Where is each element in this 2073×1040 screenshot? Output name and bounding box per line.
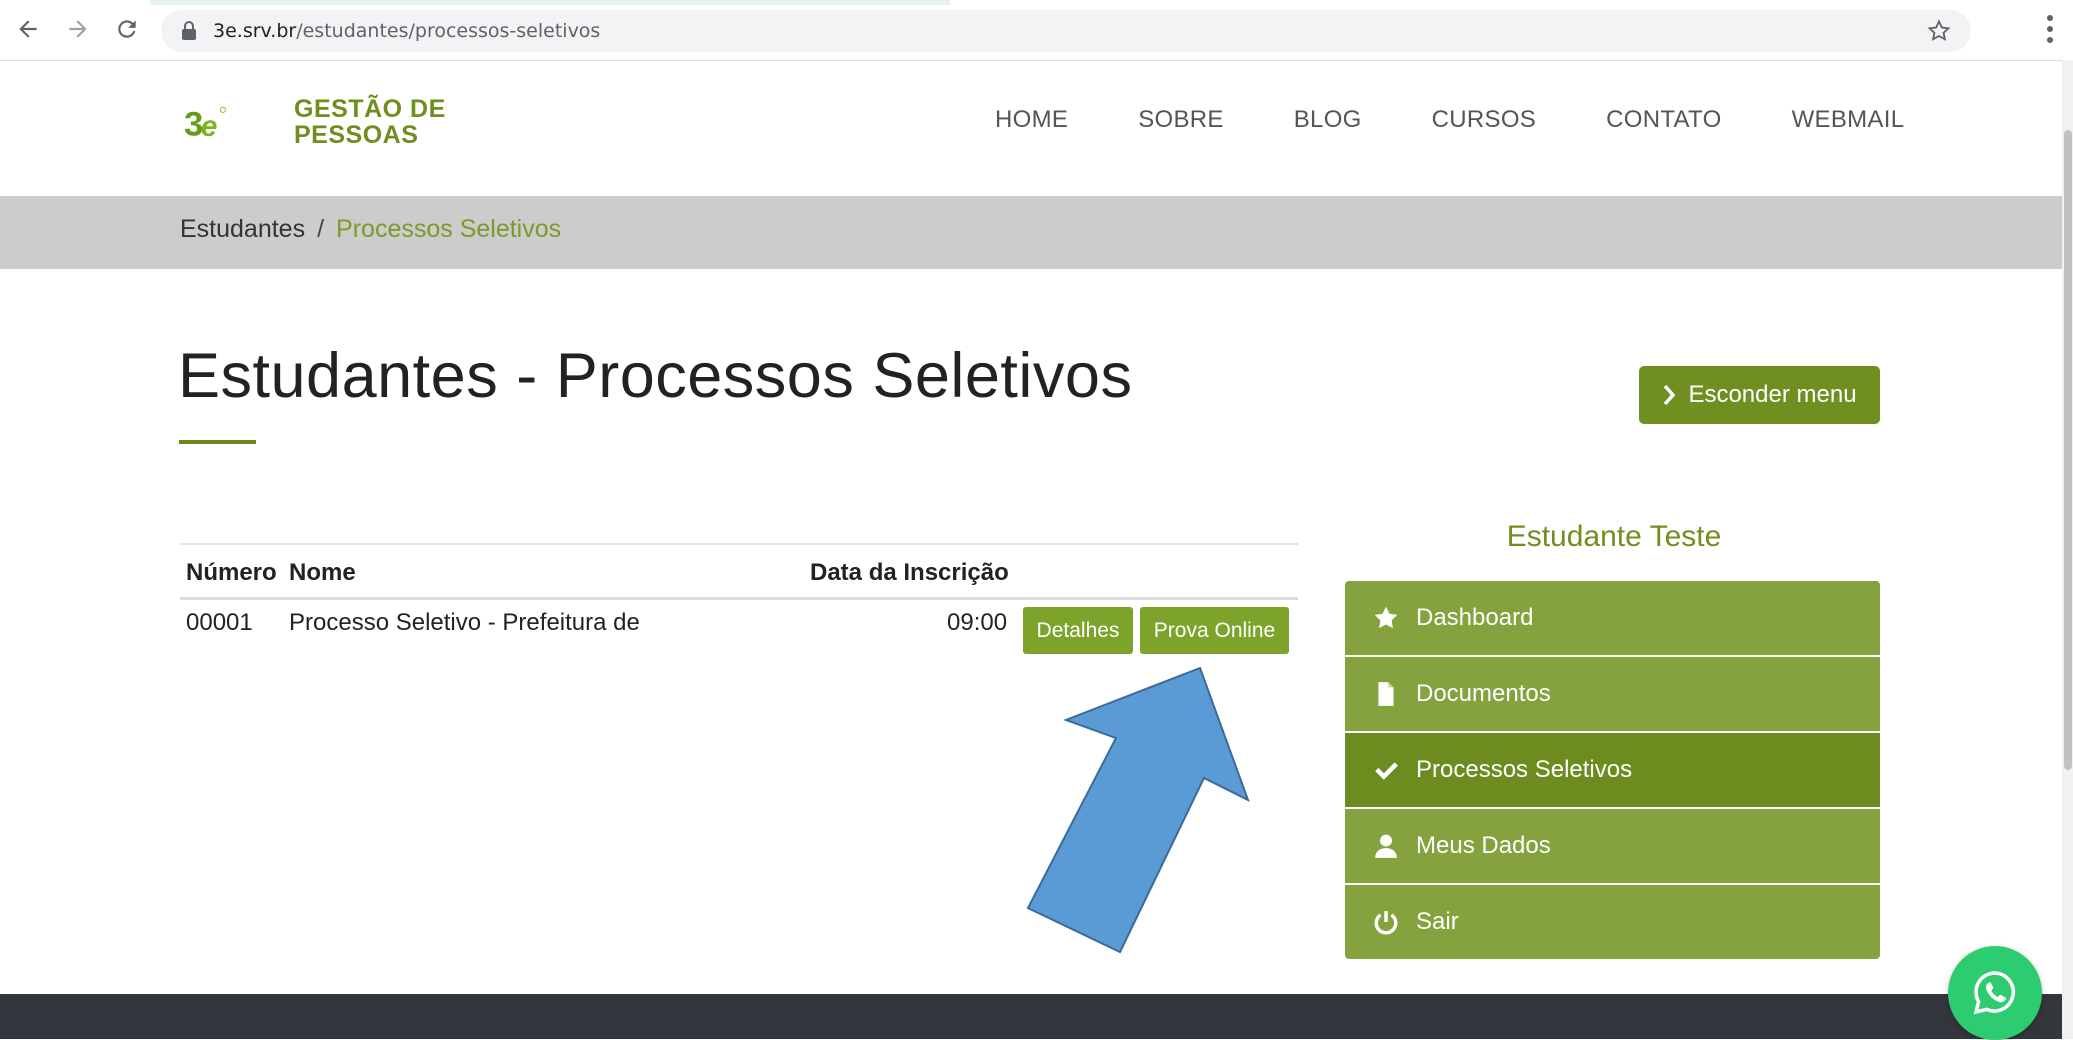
whatsapp-button[interactable] xyxy=(1948,946,2042,1040)
menu-label-processos-seletivos: Processos Seletivos xyxy=(1416,756,1633,783)
reload-icon xyxy=(118,20,136,38)
footer xyxy=(0,994,2062,1039)
nav-webmail[interactable]: WEBMAIL xyxy=(1792,106,1905,134)
document-icon xyxy=(1378,682,1394,706)
breadcrumb: Estudantes / Processos Seletivos xyxy=(180,215,561,244)
nav-blog[interactable]: BLOG xyxy=(1294,106,1362,134)
reload-button[interactable] xyxy=(111,13,143,45)
processes-table: Número Nome Data da Inscrição xyxy=(180,543,1298,600)
check-icon xyxy=(1375,762,1398,780)
browser-toolbar: 3e.srv.br/estudantes/processos-seletivos xyxy=(0,0,2073,61)
online-exam-button[interactable]: Prova Online xyxy=(1140,607,1289,654)
student-menu: Dashboard Documentos Processos Seletivos… xyxy=(1345,581,1880,959)
loading-bar xyxy=(150,0,950,5)
back-arrow-icon xyxy=(19,20,37,38)
menu-label-documentos: Documentos xyxy=(1416,680,1551,707)
forward-button[interactable] xyxy=(62,13,94,45)
nav-sobre[interactable]: SOBRE xyxy=(1138,106,1224,134)
logo-text[interactable]: GESTÃO DE PESSOAS xyxy=(294,96,446,148)
bookmark-star-icon[interactable] xyxy=(1927,19,1951,43)
breadcrumb-bar: Estudantes / Processos Seletivos xyxy=(0,196,2062,269)
url-text: 3e.srv.br/estudantes/processos-seletivos xyxy=(213,20,601,42)
row-name: Processo Seletivo - Prefeitura de xyxy=(289,609,640,636)
table-header: Número Nome Data da Inscrição xyxy=(180,545,1298,600)
user-icon xyxy=(1375,834,1397,858)
menu-label-dashboard: Dashboard xyxy=(1416,604,1534,631)
power-icon xyxy=(1374,911,1398,935)
menu-item-sair[interactable]: Sair xyxy=(1345,885,1880,959)
hide-menu-label: Esconder menu xyxy=(1688,381,1857,408)
forward-arrow-icon xyxy=(69,20,87,38)
page-title: Estudantes - Processos Seletivos xyxy=(178,341,1133,411)
menu-item-meus-dados[interactable]: Meus Dados xyxy=(1345,809,1880,885)
main-nav: HOME SOBRE BLOG CURSOS CONTATO WEBMAIL xyxy=(995,106,1904,134)
title-underline xyxy=(179,440,256,444)
back-button[interactable] xyxy=(12,13,44,45)
logo-mark[interactable]: 3 e xyxy=(184,82,294,164)
address-bar[interactable]: 3e.srv.br/estudantes/processos-seletivos xyxy=(161,10,1971,52)
annotation-arrow xyxy=(1026,666,1250,954)
row-date: 09:00 xyxy=(947,609,1008,636)
whatsapp-icon xyxy=(1973,971,2016,1015)
browser-menu-icon[interactable] xyxy=(2046,14,2054,44)
breadcrumb-parent[interactable]: Estudantes xyxy=(180,215,305,243)
header-name: Nome xyxy=(289,559,356,586)
nav-cursos[interactable]: CURSOS xyxy=(1432,106,1536,134)
menu-item-dashboard[interactable]: Dashboard xyxy=(1345,581,1880,657)
menu-item-documentos[interactable]: Documentos xyxy=(1345,657,1880,733)
scrollbar-thumb[interactable] xyxy=(2064,130,2072,770)
logo-line1: GESTÃO DE xyxy=(294,95,446,123)
hide-menu-button[interactable]: Esconder menu xyxy=(1639,366,1880,424)
chevron-right-icon xyxy=(1664,384,1676,406)
breadcrumb-current: Processos Seletivos xyxy=(336,215,562,243)
nav-contato[interactable]: CONTATO xyxy=(1606,106,1721,134)
nav-home[interactable]: HOME xyxy=(995,106,1068,134)
logo-line2: PESSOAS xyxy=(294,121,419,149)
menu-label-meus-dados: Meus Dados xyxy=(1416,832,1551,859)
student-name: Estudante Teste xyxy=(1506,520,1722,553)
svg-text:3: 3 xyxy=(184,105,203,143)
header-number: Número xyxy=(186,559,277,586)
menu-item-processos-seletivos[interactable]: Processos Seletivos xyxy=(1345,733,1880,809)
details-button[interactable]: Detalhes xyxy=(1023,607,1133,654)
breadcrumb-separator: / xyxy=(317,215,325,243)
header-date: Data da Inscrição xyxy=(810,559,1009,586)
svg-text:e: e xyxy=(201,110,217,143)
row-number: 00001 xyxy=(186,609,253,636)
star-icon xyxy=(1374,606,1398,629)
lock-icon xyxy=(182,21,196,40)
menu-label-sair: Sair xyxy=(1416,908,1459,935)
